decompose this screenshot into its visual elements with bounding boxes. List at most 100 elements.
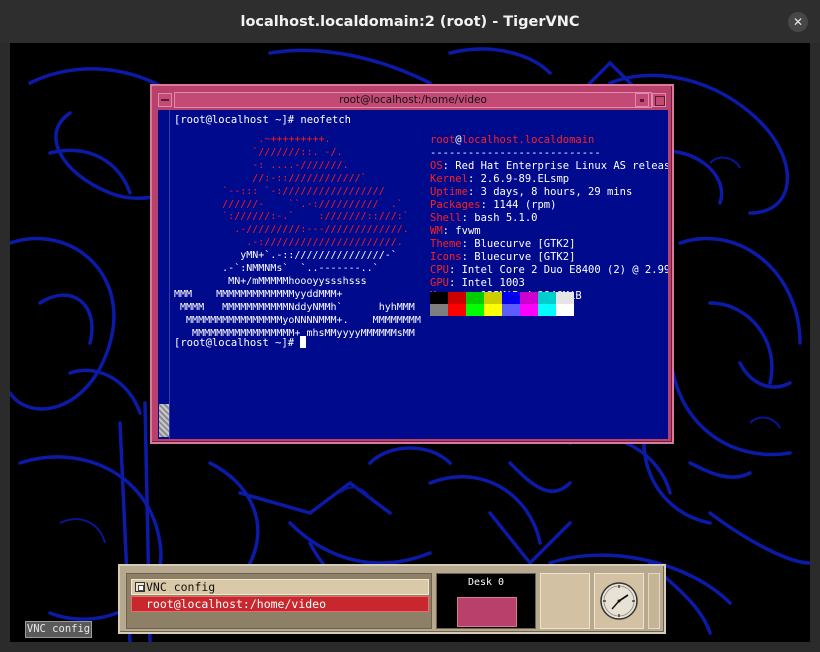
info-value: : Bluecurve [GTK2]: [461, 251, 576, 263]
color-swatch: [556, 292, 574, 304]
close-icon: ✕: [792, 15, 804, 29]
clock-icon: [600, 582, 638, 620]
info-row: Uptime: 3 days, 8 hours, 29 mins: [430, 186, 668, 199]
color-swatch: [484, 292, 502, 304]
logo-line: //:-::////////////`: [174, 172, 367, 184]
info-key: Kernel: [430, 173, 468, 185]
color-swatch: [448, 292, 466, 304]
info-row: GPU: Intel 1003: [430, 277, 668, 290]
logo-line: .-://////////////////////.: [174, 237, 403, 249]
terminal-scrollbar[interactable]: [158, 110, 170, 439]
info-value: : 2.6.9-89.ELsmp: [467, 173, 570, 185]
clock-widget: [594, 573, 644, 629]
pager-window-thumbnail[interactable]: [457, 597, 517, 627]
info-value: : bash 5.1.0: [461, 212, 538, 224]
info-row: CPU: Intel Core 2 Duo E8400 (2) @ 2.99: [430, 264, 668, 277]
color-swatch: [484, 304, 502, 316]
taskbar-item-label: VNC config: [146, 580, 216, 594]
command-line: [root@localhost ~]# neofetch: [174, 114, 352, 126]
logo-line: //////- ``.-:////////// .`: [174, 198, 403, 210]
fvwm-panel: VNC config root@localhost:/home/video De…: [118, 564, 666, 634]
logo-line: `://////:-.` :///////::///:`: [174, 211, 409, 223]
logo-line: MMMMMMMMMMMMMMMMyoNNNNMMM+. MMMMMMMM: [174, 314, 421, 326]
distro-logo-ascii: .~+++++++++. `///////::. -/. -: ....-///…: [174, 134, 421, 341]
info-row: Icons: Bluecurve [GTK2]: [430, 251, 668, 264]
info-host: localhost.localdomain: [461, 134, 595, 146]
color-swatch: [430, 292, 448, 304]
info-key: Shell: [430, 212, 462, 224]
pager-label: Desk 0: [467, 577, 505, 588]
info-row: Theme: Bluecurve [GTK2]: [430, 238, 668, 251]
color-swatch: [502, 292, 520, 304]
logo-line: `--::: `-://///////////////: [174, 185, 385, 197]
minimize-button[interactable]: [635, 93, 649, 107]
logo-line: .-/////////:---/////////////.: [174, 224, 409, 236]
window-title: localhost.localdomain:2 (root) - TigerVN…: [240, 13, 580, 30]
taskbar-item-vnc-config[interactable]: VNC config: [131, 579, 429, 595]
info-key: WM: [430, 225, 443, 237]
desk-pager[interactable]: Desk 0: [436, 573, 536, 629]
xterm-title: root@localhost:/home/video: [339, 94, 487, 106]
info-value: : Bluecurve [GTK2]: [461, 238, 576, 250]
info-value: : Intel Core 2 Duo E8400 (2) @ 2.99: [448, 264, 668, 276]
info-value: : fvwm: [442, 225, 481, 237]
info-key: Theme: [430, 238, 462, 250]
terminal-cursor: [300, 336, 307, 348]
info-key: OS: [430, 160, 443, 172]
remote-desktop[interactable]: root@localhost:/home/video [root@localho…: [10, 43, 810, 642]
logo-line: -: ....-///////.: [174, 159, 349, 171]
color-swatch: [538, 304, 556, 316]
vnc-config-icon: [135, 582, 145, 592]
window-titlebar[interactable]: localhost.localdomain:2 (root) - TigerVN…: [0, 0, 820, 43]
scrollbar-thumb[interactable]: [159, 404, 169, 437]
info-row: WM: fvwm: [430, 225, 668, 238]
color-swatch: [520, 304, 538, 316]
info-row: Kernel: 2.6.9-89.ELsmp: [430, 173, 668, 186]
color-swatch: [466, 292, 484, 304]
user-host-line: root@localhost.localdomain: [430, 134, 668, 147]
info-key: CPU: [430, 264, 449, 276]
window-menu-button[interactable]: [158, 93, 172, 107]
system-info: root@localhost.localdomain -------------…: [430, 134, 668, 303]
color-swatch: [466, 304, 484, 316]
info-key: Uptime: [430, 186, 468, 198]
logo-line: yMN+`.-::///////////////-`: [174, 250, 397, 262]
info-user: root: [430, 134, 456, 146]
logo-line: MMMM MMMMMMMMMMMNddyNMMh` hyhMMM: [174, 301, 415, 313]
xterm-titlebar[interactable]: root@localhost:/home/video: [174, 92, 652, 108]
xterm-window[interactable]: root@localhost:/home/video [root@localho…: [150, 84, 674, 444]
info-value: : Red Hat Enterprise Linux AS releas: [442, 160, 668, 172]
color-swatch: [448, 304, 466, 316]
logo-line: `///////::. -/.: [174, 146, 343, 158]
info-key: GPU: [430, 277, 449, 289]
maximize-button[interactable]: [652, 93, 666, 107]
info-row: Packages: 1144 (rpm): [430, 199, 668, 212]
info-key: Icons: [430, 251, 462, 263]
logo-line: .~+++++++++.: [174, 134, 331, 145]
prompt-line: [root@localhost ~]#: [174, 336, 307, 350]
logo-line: MN+/mMMMMMhoooyyssshsss: [174, 275, 367, 287]
info-value: : 1144 (rpm): [480, 199, 557, 211]
color-swatch: [430, 304, 448, 316]
color-swatch: [520, 292, 538, 304]
color-swatches: [430, 292, 574, 316]
prompt-text: [root@localhost ~]#: [174, 337, 301, 349]
info-row: Shell: bash 5.1.0: [430, 212, 668, 225]
panel-empty-slot: [540, 573, 590, 629]
taskbar-item-label: root@localhost:/home/video: [146, 597, 327, 611]
terminal-area[interactable]: [root@localhost ~]# neofetch .~+++++++++…: [158, 110, 668, 439]
panel-handle[interactable]: [648, 573, 660, 629]
close-button[interactable]: ✕: [788, 12, 808, 32]
info-row: OS: Red Hat Enterprise Linux AS releas: [430, 160, 668, 173]
color-swatch: [538, 292, 556, 304]
info-key: Packages: [430, 199, 481, 211]
logo-line: .-`:NMMNMs` `..-------..`: [174, 263, 379, 275]
color-swatch: [556, 304, 574, 316]
taskbar-item-xterm[interactable]: root@localhost:/home/video: [131, 596, 429, 612]
info-value: : Intel 1003: [448, 277, 525, 289]
desktop-icon-vnc-config[interactable]: VNC config: [25, 621, 92, 638]
info-value: : 3 days, 8 hours, 29 mins: [467, 186, 633, 198]
logo-line: MMM MMMMMMMMMMMMMyyddMMM+: [174, 288, 343, 300]
color-swatch: [502, 304, 520, 316]
taskbar: VNC config root@localhost:/home/video: [126, 573, 432, 629]
